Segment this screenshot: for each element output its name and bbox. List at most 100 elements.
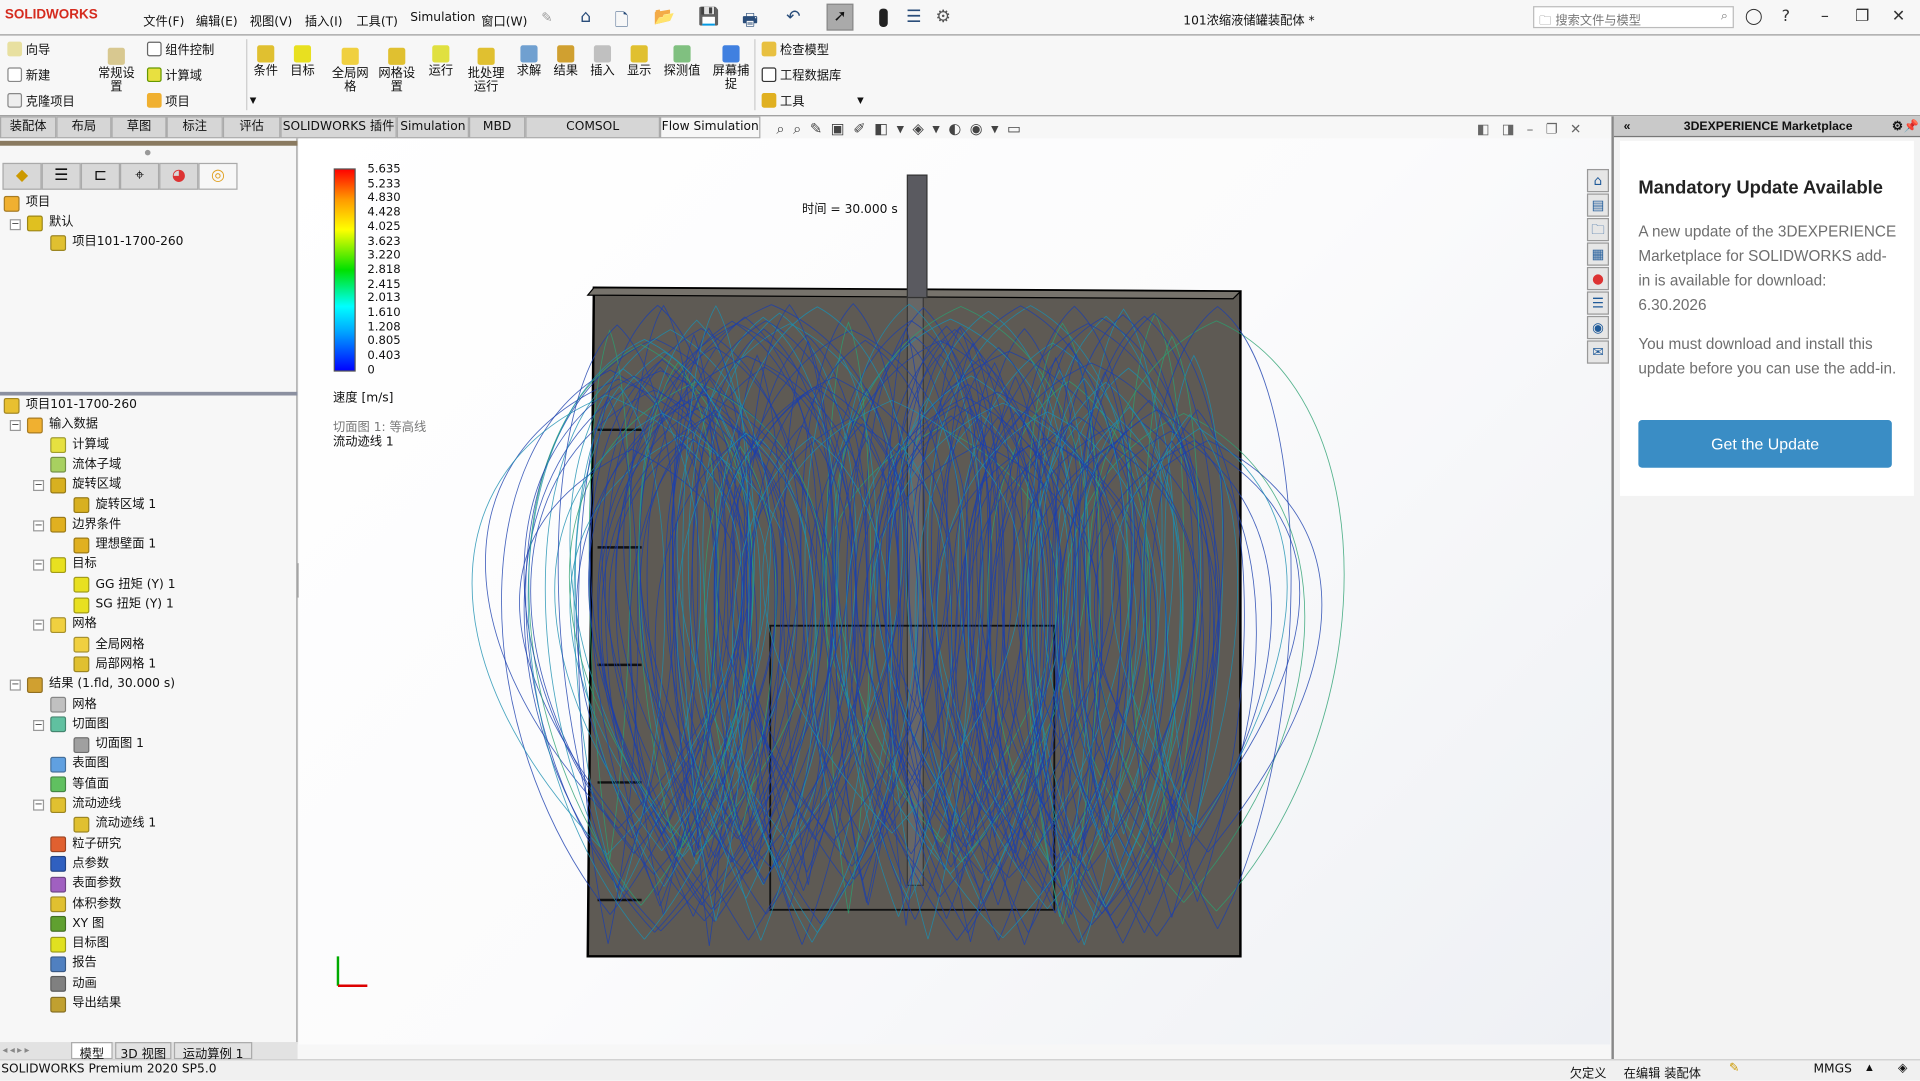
help-icon[interactable]: ? [1782, 7, 1790, 25]
tab[interactable]: 布局 [56, 116, 112, 139]
tree-item[interactable]: 导出结果 [50, 994, 121, 1014]
tree-item[interactable]: 流动迹线 1 [73, 815, 156, 835]
menu-insert[interactable]: 插入(I) [305, 11, 343, 29]
appearances-icon[interactable]: ● [1586, 266, 1609, 291]
new-file-icon[interactable]: 🗋 [615, 7, 629, 36]
dropdown-icon[interactable]: ▼ [857, 95, 864, 105]
tree-item[interactable]: 流动迹线 [50, 795, 121, 815]
print-icon[interactable]: 🖶 [742, 7, 758, 36]
tab[interactable]: 草图 [111, 116, 167, 139]
engineering-database-button[interactable]: 工程数据库 [761, 65, 841, 83]
tree-item[interactable]: 输入数据 [26, 415, 98, 435]
save-icon[interactable]: 💾 [698, 7, 719, 27]
restore-button[interactable]: ❐ [1855, 7, 1869, 25]
component-control-button[interactable]: 组件控制 [146, 39, 214, 58]
ribbon-button[interactable]: 目标 [282, 45, 324, 78]
menu-tools[interactable]: 工具(T) [356, 11, 398, 29]
forum-icon[interactable]: ✉ [1586, 340, 1609, 364]
tree-item[interactable]: 网格 [50, 615, 97, 635]
tree-item-project-root[interactable]: 项目 [3, 193, 51, 213]
ribbon-button[interactable]: 显示 [621, 45, 658, 78]
collapse-icon[interactable]: − [33, 559, 45, 572]
collapse-icon[interactable]: − [33, 480, 45, 492]
close-button[interactable]: ✕ [1892, 7, 1905, 25]
tree-item[interactable]: 边界条件 [50, 515, 121, 535]
menu-view[interactable]: 视图(V) [250, 11, 292, 29]
menu-window[interactable]: 窗口(W) [481, 11, 527, 29]
tree-item[interactable]: 等值面 [50, 775, 109, 795]
collapse-icon[interactable]: − [33, 799, 45, 811]
rebuild-icon[interactable]: ✎ [1729, 1062, 1739, 1075]
undo-icon[interactable]: ↶ [786, 7, 800, 27]
marketplace-icon[interactable]: ◉ [1586, 315, 1609, 340]
tab[interactable]: COMSOL Multiphysics [525, 116, 661, 153]
tab[interactable]: Flow Simulation [660, 116, 761, 139]
unit-system[interactable]: MMGS [1813, 1063, 1851, 1076]
tree-item[interactable]: 切面图 [50, 715, 109, 735]
tree-item[interactable]: 理想壁面 1 [73, 535, 156, 555]
tree-item[interactable]: 切面图 1 [73, 735, 144, 755]
collapse-icon[interactable]: − [9, 420, 21, 432]
tree-item[interactable]: 目标图 [50, 934, 109, 954]
tree-item[interactable]: 粒子研究 [50, 835, 121, 855]
collapse-icon[interactable]: − [33, 719, 45, 731]
tree-item[interactable]: 全局网格 [73, 635, 144, 655]
menu-simulation[interactable]: Simulation [410, 11, 475, 24]
ribbon-button[interactable]: 批处理运行 [463, 47, 510, 94]
tab[interactable]: 标注 [166, 116, 223, 139]
search-icon[interactable]: ⌕ [1721, 10, 1728, 23]
new-button[interactable]: 新建 [7, 65, 50, 83]
graphics-area[interactable]: 5.635 5.233 4.830 4.428 4.025 3.623 3.220 2.818… [298, 121, 1611, 1045]
tree-item[interactable]: 网格 [50, 695, 97, 715]
menu-edit[interactable]: 编辑(E) [196, 11, 238, 29]
splitter-handle[interactable]: ● [144, 148, 150, 157]
ribbon-button[interactable]: 网格设置 [375, 47, 419, 94]
pin-icon[interactable]: 📌 [1904, 116, 1919, 137]
tree-item[interactable]: 动画 [50, 974, 97, 994]
tab-feature-manager[interactable]: ◆ [2, 162, 42, 190]
project-button[interactable]: 项目 ▼ [146, 91, 257, 109]
user-icon[interactable]: ◯ [1745, 7, 1763, 25]
tree-item-config[interactable]: 默认 [26, 213, 73, 233]
tree-item[interactable]: 局部网格 1 [73, 655, 156, 675]
tree-item[interactable]: 旋转区域 [50, 475, 121, 495]
ribbon-button[interactable]: 求解 [511, 45, 548, 78]
minimize-button[interactable]: – [1821, 7, 1829, 25]
tab-dimxpert[interactable]: ⌖ [120, 162, 160, 190]
view-palette-icon[interactable]: ▦ [1586, 242, 1609, 266]
get-update-button[interactable]: Get the Update [1638, 420, 1892, 468]
file-properties-icon[interactable]: ☰ [906, 7, 921, 27]
search-input[interactable]: 🗀 搜索文件与模型 ⌕ [1533, 6, 1734, 29]
ribbon-button[interactable]: 结果 [547, 45, 584, 78]
tree-item-project[interactable]: 项目101-1700-260 [50, 233, 183, 253]
options-gear-icon[interactable]: ⚙ [936, 7, 951, 27]
tree-item[interactable]: 项目101-1700-260 [3, 396, 137, 416]
tab[interactable]: 评估 [222, 116, 281, 139]
collapse-icon[interactable]: − [33, 520, 45, 532]
tree-item[interactable]: XY 图 [50, 914, 104, 934]
units-dropdown-icon[interactable]: ▲ [1866, 1063, 1873, 1073]
ribbon-button[interactable]: 条件 [245, 45, 287, 78]
design-library-icon[interactable]: ▤ [1586, 193, 1609, 217]
tree-item[interactable]: 表面参数 [50, 875, 121, 895]
viewport-window-controls[interactable]: ◧◨–❐✕ [1477, 121, 1594, 137]
dropdown-icon[interactable]: ▼ [250, 95, 257, 105]
heads-up-view-toolbar[interactable]: ⌕⌕✎▣✐◧▾◈▾◐◉▾▭ [776, 120, 1029, 138]
tab[interactable]: Simulation [396, 116, 469, 139]
pin-icon[interactable]: ✎ [541, 10, 552, 26]
tree-item[interactable]: 流体子域 [50, 455, 121, 475]
tab[interactable]: MBD [468, 116, 526, 139]
check-model-button[interactable]: 检查模型 [761, 39, 829, 58]
collapse-icon[interactable]: − [33, 619, 45, 631]
home-icon[interactable]: ⌂ [1586, 168, 1609, 193]
tab-property-manager[interactable]: ☰ [41, 162, 81, 190]
tree-item[interactable]: GG 扭矩 (Y) 1 [73, 575, 175, 595]
tab-configuration-manager[interactable]: ⊏ [80, 162, 121, 190]
ribbon-button[interactable]: 探测值 [660, 45, 704, 78]
ribbon-button[interactable]: 屏幕捕捉 [709, 45, 753, 92]
tab-motion-study[interactable]: 运动算例 1 [173, 1042, 253, 1062]
tree-item[interactable]: 报告 [50, 954, 97, 974]
gear-icon[interactable]: ⚙ [1892, 116, 1903, 137]
home-icon[interactable]: ⌂ [580, 7, 591, 27]
tab-scroll-arrows[interactable]: ◂◂▸▸ [2, 1044, 31, 1055]
